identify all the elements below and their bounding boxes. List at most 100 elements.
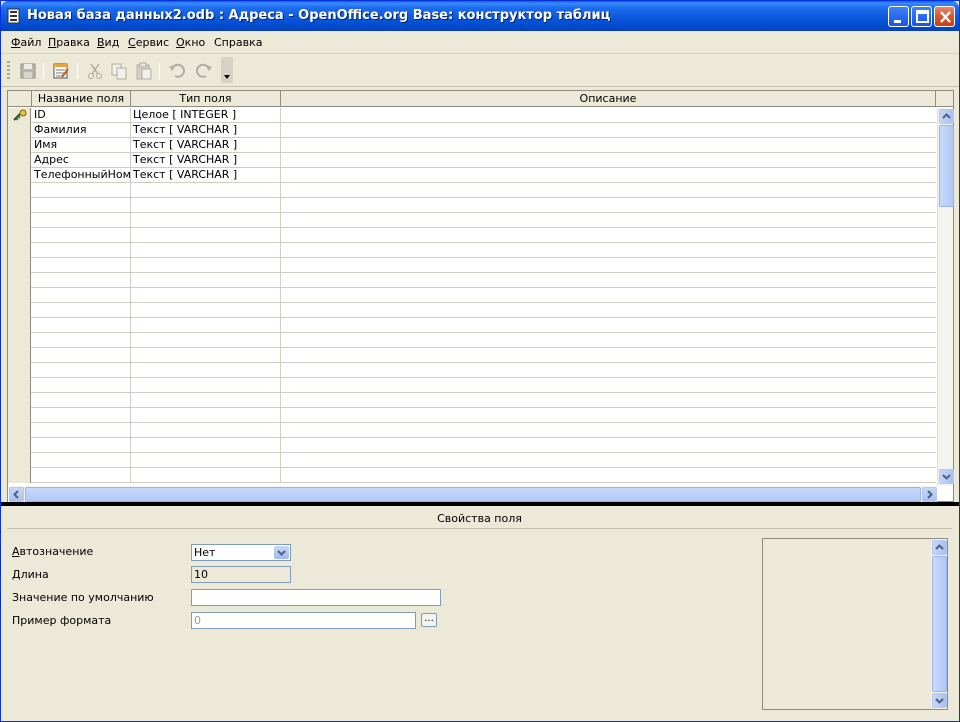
table-row[interactable] <box>8 318 936 333</box>
scroll-up-button[interactable] <box>939 109 954 124</box>
row-header[interactable] <box>8 408 31 423</box>
field-description-cell[interactable] <box>281 348 936 363</box>
row-header[interactable] <box>8 168 31 183</box>
dropdown-button[interactable] <box>274 546 289 559</box>
table-row[interactable] <box>8 348 936 363</box>
table-row[interactable] <box>8 423 936 438</box>
field-type-cell[interactable] <box>131 228 281 243</box>
menu-tools[interactable]: Сервис <box>128 36 169 49</box>
field-name-cell[interactable]: Фамилия <box>32 123 131 138</box>
openoffice-app-icon[interactable] <box>7 8 22 24</box>
default-value-field[interactable] <box>191 589 441 606</box>
row-header[interactable] <box>8 243 31 258</box>
field-type-cell[interactable] <box>131 348 281 363</box>
title-bar[interactable]: Новая база данных2.odb : Адреса - OpenOf… <box>1 1 959 31</box>
field-type-cell[interactable] <box>131 273 281 288</box>
row-header[interactable] <box>8 153 31 168</box>
field-description-cell[interactable] <box>281 423 936 438</box>
field-type-cell[interactable] <box>131 258 281 273</box>
field-description-cell[interactable] <box>281 243 936 258</box>
table-row[interactable]: ТелефонныйНомер Текст [ VARCHAR ] <box>8 168 936 183</box>
row-header[interactable] <box>8 123 31 138</box>
table-row[interactable] <box>8 258 936 273</box>
length-field[interactable]: 10 <box>191 566 291 583</box>
field-name-cell[interactable] <box>32 378 131 393</box>
field-name-cell[interactable] <box>32 288 131 303</box>
format-example-field[interactable]: 0 <box>191 612 416 629</box>
row-header[interactable] <box>8 273 31 288</box>
field-description-cell[interactable] <box>281 213 936 228</box>
table-row[interactable] <box>8 333 936 348</box>
field-type-cell[interactable] <box>131 303 281 318</box>
field-name-cell[interactable] <box>32 468 131 483</box>
row-header[interactable] <box>8 348 31 363</box>
field-type-cell[interactable] <box>131 453 281 468</box>
paste-icon[interactable] <box>134 61 154 81</box>
field-type-cell[interactable] <box>131 243 281 258</box>
menu-file[interactable]: Файл <box>11 36 41 49</box>
field-description-cell[interactable] <box>281 153 936 168</box>
field-description-cell[interactable] <box>281 453 936 468</box>
field-type-cell[interactable] <box>131 408 281 423</box>
field-type-cell[interactable]: Текст [ VARCHAR ] <box>131 123 281 138</box>
field-type-cell[interactable] <box>131 198 281 213</box>
minimize-button[interactable] <box>888 6 909 27</box>
field-name-cell[interactable] <box>32 408 131 423</box>
column-header-field-name[interactable]: Название поля <box>32 91 131 107</box>
field-name-cell[interactable]: Адрес <box>32 153 131 168</box>
field-type-cell[interactable] <box>131 438 281 453</box>
scroll-thumb[interactable] <box>932 556 947 692</box>
field-type-cell[interactable] <box>131 363 281 378</box>
menu-help[interactable]: Справка <box>214 36 262 49</box>
scroll-right-button[interactable] <box>922 487 937 502</box>
scroll-thumb[interactable] <box>25 487 921 502</box>
field-name-cell[interactable]: ТелефонныйНомер <box>32 168 131 183</box>
field-type-cell[interactable]: Текст [ VARCHAR ] <box>131 153 281 168</box>
field-name-cell[interactable]: Имя <box>32 138 131 153</box>
row-header[interactable] <box>8 303 31 318</box>
field-name-cell[interactable] <box>32 318 131 333</box>
field-type-cell[interactable] <box>131 378 281 393</box>
field-description-cell[interactable] <box>281 258 936 273</box>
field-description-cell[interactable] <box>281 438 936 453</box>
redo-icon[interactable] <box>194 61 214 81</box>
field-description-cell[interactable] <box>281 318 936 333</box>
row-header[interactable] <box>8 378 31 393</box>
table-row[interactable] <box>8 363 936 378</box>
table-row[interactable] <box>8 228 936 243</box>
menu-view[interactable]: Вид <box>97 36 119 49</box>
scroll-down-button[interactable] <box>932 693 947 708</box>
help-vertical-scrollbar[interactable] <box>931 539 947 709</box>
scroll-down-button[interactable] <box>939 469 954 484</box>
format-button[interactable]: ... <box>421 613 437 627</box>
scroll-thumb[interactable] <box>939 125 954 207</box>
field-name-cell[interactable] <box>32 183 131 198</box>
row-header[interactable] <box>8 288 31 303</box>
field-name-cell[interactable] <box>32 333 131 348</box>
row-header[interactable] <box>8 318 31 333</box>
field-description-cell[interactable] <box>281 288 936 303</box>
cut-icon[interactable] <box>85 61 105 81</box>
undo-icon[interactable] <box>167 61 187 81</box>
table-row[interactable] <box>8 468 936 483</box>
field-name-cell[interactable] <box>32 453 131 468</box>
table-row[interactable] <box>8 213 936 228</box>
field-name-cell[interactable] <box>32 198 131 213</box>
field-description-cell[interactable] <box>281 228 936 243</box>
row-header[interactable] <box>8 468 31 483</box>
table-row[interactable] <box>8 438 936 453</box>
toolbar-grip[interactable] <box>7 61 10 81</box>
field-description-cell[interactable] <box>281 378 936 393</box>
copy-icon[interactable] <box>109 61 129 81</box>
field-type-cell[interactable] <box>131 183 281 198</box>
field-type-cell[interactable] <box>131 423 281 438</box>
field-description-cell[interactable] <box>281 468 936 483</box>
field-name-cell[interactable] <box>32 243 131 258</box>
table-row[interactable] <box>8 183 936 198</box>
menu-edit[interactable]: Правка <box>48 36 90 49</box>
field-description-cell[interactable] <box>281 198 936 213</box>
row-header[interactable] <box>8 393 31 408</box>
table-row[interactable] <box>8 453 936 468</box>
row-header[interactable] <box>8 228 31 243</box>
table-row[interactable] <box>8 273 936 288</box>
